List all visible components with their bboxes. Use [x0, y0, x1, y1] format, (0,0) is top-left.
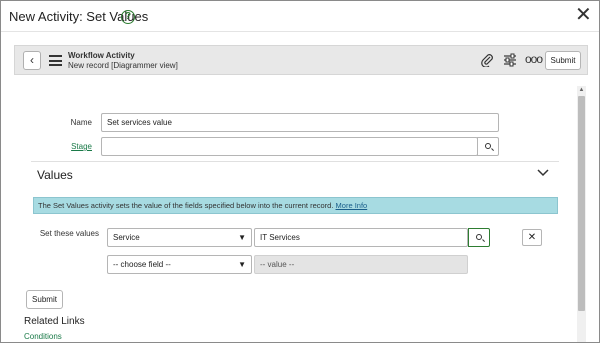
- caret-down-icon: ▼: [238, 260, 246, 269]
- related-links-title: Related Links: [24, 316, 85, 327]
- remove-row-button[interactable]: ✕: [522, 229, 542, 246]
- record-title: Workflow Activity: [68, 51, 135, 60]
- modal-content: ‹ Workflow Activity New record [Diagramm…: [14, 41, 588, 342]
- caret-down-icon: ▼: [238, 233, 246, 242]
- search-icon: [476, 234, 482, 240]
- value-lookup-button[interactable]: [468, 228, 490, 247]
- conditions-link[interactable]: Conditions: [24, 332, 62, 341]
- modal-dialog: New Activity: Set Values ? ✕ ‹ Workflow …: [0, 0, 600, 343]
- field-select-1[interactable]: Service ▼: [107, 228, 252, 247]
- submit-button-top[interactable]: Submit: [545, 51, 581, 70]
- submit-button[interactable]: Submit: [26, 290, 63, 309]
- scrollbar[interactable]: ▲: [577, 86, 586, 342]
- record-subtitle: New record [Diagrammer view]: [68, 61, 178, 70]
- scroll-thumb[interactable]: [578, 96, 585, 311]
- record-header: ‹ Workflow Activity New record [Diagramm…: [14, 45, 588, 75]
- set-values-label: Set these values: [39, 229, 99, 238]
- field-select-2[interactable]: -- choose field -- ▼: [107, 255, 252, 274]
- value-field-1[interactable]: IT Services: [254, 228, 468, 247]
- back-button[interactable]: ‹: [23, 51, 41, 70]
- info-text: The Set Values activity sets the value o…: [38, 201, 334, 210]
- stage-field[interactable]: [101, 137, 478, 156]
- section-title-values: Values: [37, 168, 73, 182]
- more-info-link[interactable]: More Info: [336, 201, 368, 210]
- search-icon: [485, 143, 491, 149]
- info-banner: The Set Values activity sets the value o…: [33, 197, 558, 214]
- modal-header: New Activity: Set Values ? ✕: [1, 1, 599, 32]
- stage-label-link[interactable]: Stage: [54, 142, 92, 151]
- hamburger-menu-icon[interactable]: [49, 55, 62, 66]
- chevron-down-icon[interactable]: [537, 166, 549, 180]
- section-divider: [31, 161, 559, 162]
- field-select-1-value: Service: [113, 233, 140, 242]
- stage-lookup-button[interactable]: [477, 137, 499, 156]
- value-field-2-disabled: -- value --: [254, 255, 468, 274]
- close-icon[interactable]: ✕: [575, 4, 592, 26]
- scroll-up-arrow-icon[interactable]: ▲: [577, 86, 586, 94]
- name-label: Name: [70, 118, 92, 127]
- field-select-2-value: -- choose field --: [113, 260, 171, 269]
- paperclip-icon[interactable]: [481, 53, 493, 70]
- personalize-form-icon[interactable]: [503, 52, 517, 68]
- more-options-icon[interactable]: ooo: [525, 52, 543, 66]
- help-icon[interactable]: ?: [121, 10, 135, 24]
- name-field[interactable]: Set services value: [101, 113, 499, 132]
